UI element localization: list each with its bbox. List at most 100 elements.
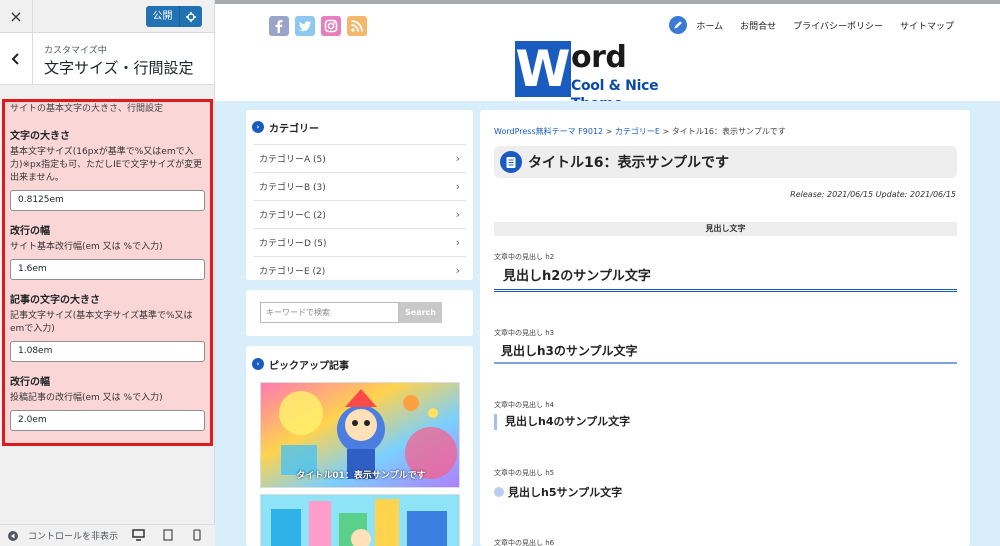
section-header: カスタマイズ中 文字サイズ・行間設定 bbox=[0, 33, 214, 85]
pickup-widget: › ピックアップ記事 タイトル01：表示サンプルです bbox=[246, 346, 473, 546]
control-desc-article-font-size: 記事文字サイズ(基本文字サイズ基準で%又はemで入力) bbox=[10, 311, 193, 334]
section-breadcrumb: カスタマイズ中 bbox=[44, 46, 107, 56]
global-nav: ホーム お問合せ プライバシーポリシー サイトマップ bbox=[669, 16, 954, 34]
search-input[interactable]: キーワードで検索 bbox=[260, 302, 399, 323]
heading-caption-h2: 文章中の見出し h2 bbox=[494, 253, 555, 261]
nav-item-contact[interactable]: お問合せ bbox=[740, 19, 776, 32]
widget-title: › ピックアップ記事 bbox=[246, 346, 473, 382]
chevron-right-circle-icon: › bbox=[252, 121, 264, 133]
heading-h2-sample: 見出しh2のサンプル文字 bbox=[494, 266, 957, 292]
heading-h3-sample: 見出しh3のサンプル文字 bbox=[494, 342, 957, 364]
category-label: カテゴリーB (3) bbox=[259, 183, 326, 193]
hide-controls-button[interactable]: コントロールを非表示 bbox=[28, 529, 118, 542]
rss-icon[interactable] bbox=[347, 16, 367, 36]
article-title-box: タイトル16：表示サンプルです bbox=[494, 146, 957, 178]
section-title: 文字サイズ・行間設定 bbox=[44, 59, 194, 77]
chevron-left-icon bbox=[11, 53, 19, 65]
category-label: カテゴリーD (5) bbox=[259, 239, 327, 249]
pickup-widget-title: ピックアップ記事 bbox=[269, 360, 349, 372]
tablet-preview-icon[interactable] bbox=[163, 529, 173, 541]
mobile-preview-icon[interactable] bbox=[193, 529, 201, 541]
chevron-right-icon: › bbox=[455, 208, 460, 221]
line-height-input[interactable]: 1.6em bbox=[10, 259, 205, 280]
breadcrumb-separator: > bbox=[603, 127, 615, 136]
heading-caption-h5: 文章中の見出し h5 bbox=[494, 469, 555, 477]
pickup-thumbnail-2[interactable] bbox=[260, 494, 460, 546]
category-widget-title: カテゴリー bbox=[269, 123, 319, 135]
control-desc-line-height: サイト基本改行幅(em 又は %で入力) bbox=[10, 242, 163, 252]
document-icon bbox=[500, 151, 522, 173]
release-date: Release: 2021/06/15 Update: 2021/06/15 bbox=[790, 190, 956, 199]
close-icon: × bbox=[9, 7, 23, 26]
back-button[interactable] bbox=[0, 33, 33, 85]
breadcrumb-category[interactable]: カテゴリーE bbox=[615, 127, 660, 136]
publish-button[interactable]: 公開 bbox=[146, 6, 202, 27]
chevron-right-icon: › bbox=[455, 180, 460, 193]
heading-caption-h6: 文章中の見出し h6 bbox=[494, 539, 555, 546]
chevron-right-icon: › bbox=[455, 152, 460, 165]
highlighted-settings-panel: サイトの基本文字の大きさ、行間設定 文字の大きさ 基本文字サイズ(16pxが基準… bbox=[2, 99, 213, 446]
article-font-size-input[interactable]: 1.08em bbox=[10, 341, 205, 362]
logo-wordmark: ord bbox=[571, 40, 627, 75]
gear-icon[interactable] bbox=[180, 11, 202, 22]
font-size-input[interactable]: 0.8125em bbox=[10, 190, 205, 211]
widget-title: › カテゴリー bbox=[246, 110, 473, 144]
heading-h4-sample: 見出しh4のサンプル文字 bbox=[494, 414, 957, 430]
category-label: カテゴリーC (2) bbox=[259, 211, 326, 221]
heading-caption-h4: 文章中の見出し h4 bbox=[494, 401, 555, 409]
control-desc-article-line-height: 投稿記事の改行幅(em 又は %で入力) bbox=[10, 393, 163, 403]
customizer-header: × 公開 bbox=[0, 0, 214, 33]
control-title-article-line-height: 改行の幅 bbox=[10, 377, 50, 388]
breadcrumb: WordPress無料テーマ F9012 > カテゴリーE > タイトル16：表… bbox=[494, 126, 786, 137]
nav-item-sitemap[interactable]: サイトマップ bbox=[900, 19, 954, 32]
category-label: カテゴリーE (2) bbox=[259, 267, 326, 277]
site-logo[interactable]: W ord Cool & Nice Theme bbox=[515, 40, 695, 112]
category-label: カテゴリーA (5) bbox=[259, 155, 326, 165]
pickup-caption: タイトル01：表示サンプルです bbox=[296, 471, 426, 481]
search-widget: キーワードで検索 Search bbox=[246, 290, 473, 336]
list-item[interactable]: カテゴリーE (2) › bbox=[253, 256, 466, 284]
panel-description: サイトの基本文字の大きさ、行間設定 bbox=[10, 104, 164, 114]
chevron-right-icon: › bbox=[455, 236, 460, 249]
pickup-thumbnail[interactable]: タイトル01：表示サンプルです bbox=[260, 382, 460, 488]
breadcrumb-separator: > bbox=[659, 127, 672, 136]
category-widget: › カテゴリー カテゴリーA (5) › カテゴリーB (3) › カテゴリーC (… bbox=[246, 110, 473, 280]
desktop-preview-icon[interactable] bbox=[132, 529, 145, 541]
nav-item-privacy[interactable]: プライバシーポリシー bbox=[793, 19, 883, 32]
breadcrumb-current: タイトル16：表示サンプルです bbox=[671, 127, 786, 136]
article-content: WordPress無料テーマ F9012 > カテゴリーE > タイトル16：表… bbox=[480, 110, 970, 546]
bullet-icon bbox=[494, 487, 504, 497]
heading-h5-sample: 見出しh5サンプル文字 bbox=[494, 484, 957, 500]
close-button[interactable]: × bbox=[0, 0, 33, 33]
facebook-icon[interactable] bbox=[269, 16, 289, 36]
nav-item-home[interactable]: ホーム bbox=[696, 19, 723, 32]
search-button[interactable]: Search bbox=[399, 302, 442, 323]
control-title-article-font-size: 記事の文字の大きさ bbox=[10, 295, 100, 306]
heading-caption-h3: 文章中の見出し h3 bbox=[494, 329, 555, 337]
site-preview: ホーム お問合せ プライバシーポリシー サイトマップ W ord Cool & … bbox=[215, 0, 1000, 546]
customizer-footer: コントロールを非表示 bbox=[0, 524, 215, 546]
control-title-line-height: 改行の幅 bbox=[10, 226, 50, 237]
heading-section-label: 見出し文字 bbox=[494, 222, 957, 236]
list-item[interactable]: カテゴリーD (5) › bbox=[253, 228, 466, 256]
heading-h5-text: 見出しh5サンプル文字 bbox=[508, 486, 623, 499]
pencil-icon[interactable] bbox=[669, 16, 688, 34]
twitter-icon[interactable] bbox=[295, 16, 315, 36]
list-item[interactable]: カテゴリーC (2) › bbox=[253, 200, 466, 228]
breadcrumb-home[interactable]: WordPress無料テーマ F9012 bbox=[494, 127, 603, 136]
list-item[interactable]: カテゴリーB (3) › bbox=[253, 172, 466, 200]
control-desc-font-size: 基本文字サイズ(16pxが基準で%又はemで入力)※px指定も可、ただしIEで文… bbox=[10, 147, 203, 183]
control-title-font-size: 文字の大きさ bbox=[10, 131, 70, 142]
article-line-height-input[interactable]: 2.0em bbox=[10, 410, 205, 431]
article-title: タイトル16：表示サンプルです bbox=[528, 155, 730, 171]
collapse-arrow-icon[interactable] bbox=[8, 530, 18, 541]
list-item[interactable]: カテゴリーA (5) › bbox=[253, 144, 466, 172]
site-header: ホーム お問合せ プライバシーポリシー サイトマップ W ord Cool & … bbox=[215, 4, 1000, 112]
instagram-icon[interactable] bbox=[321, 16, 341, 36]
chevron-right-icon: › bbox=[455, 264, 460, 277]
logo-mark: W bbox=[515, 40, 571, 98]
search-form: キーワードで検索 Search bbox=[260, 302, 459, 323]
publish-label: 公開 bbox=[146, 6, 180, 27]
customizer-sidebar: × 公開 カスタマイズ中 文字サイズ・行間設定 サイトの基本文字の大きさ、行間設… bbox=[0, 0, 215, 546]
chevron-right-circle-icon: › bbox=[252, 358, 264, 370]
